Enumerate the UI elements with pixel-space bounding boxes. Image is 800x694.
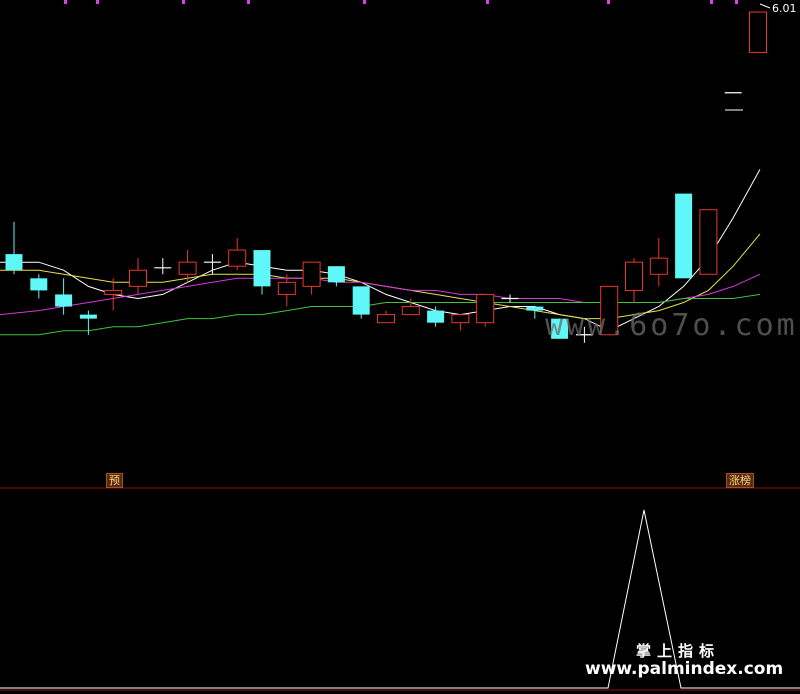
candle-body-26 [649, 257, 668, 275]
candle-body-14 [352, 286, 370, 315]
top-marker-2 [182, 0, 185, 4]
candle-body-18 [451, 314, 470, 324]
candle-body-16 [401, 306, 420, 316]
candle-body-2 [55, 294, 73, 307]
price-pointer [759, 3, 771, 9]
candle-body-21 [526, 306, 544, 311]
candle-body-10 [253, 250, 271, 287]
candle-body-12 [302, 261, 321, 287]
candle-body-27 [675, 193, 693, 279]
candle-body-5 [129, 269, 147, 287]
watermark-cn: 掌上指标 [636, 642, 721, 660]
candle-body-15 [377, 314, 395, 324]
top-marker-8 [735, 0, 738, 4]
ma5-line [0, 169, 761, 332]
signal-tag-right: 涨榜 [726, 473, 754, 488]
top-marker-0 [64, 0, 67, 4]
candle-body-3 [79, 314, 97, 319]
candle-body-1 [30, 278, 48, 291]
candle-body-11 [277, 281, 296, 295]
top-marker-3 [247, 0, 250, 4]
top-marker-1 [96, 0, 99, 4]
candle-body-28 [699, 209, 718, 275]
top-marker-5 [486, 0, 489, 4]
top-marker-7 [710, 0, 713, 4]
watermark-mid: www.6o7o.com [545, 308, 798, 343]
signal-tag-left: 预 [106, 473, 123, 488]
price-high-label: 6.01 [772, 2, 797, 15]
candle-body-17 [427, 310, 445, 323]
candle-body-7 [178, 261, 197, 275]
watermark-url: www.palmindex.com [585, 659, 784, 679]
candle-body-4 [104, 289, 123, 295]
candle-body-25 [625, 261, 643, 291]
candle-body-9 [228, 249, 247, 267]
candle-body-19 [476, 293, 495, 324]
ma10-line [0, 233, 761, 320]
top-marker-6 [607, 0, 610, 4]
candle-body-13 [327, 266, 345, 283]
candle-body-30 [749, 11, 767, 53]
candle-body-0 [5, 254, 23, 271]
top-marker-4 [363, 0, 366, 4]
stock-chart [0, 0, 800, 691]
